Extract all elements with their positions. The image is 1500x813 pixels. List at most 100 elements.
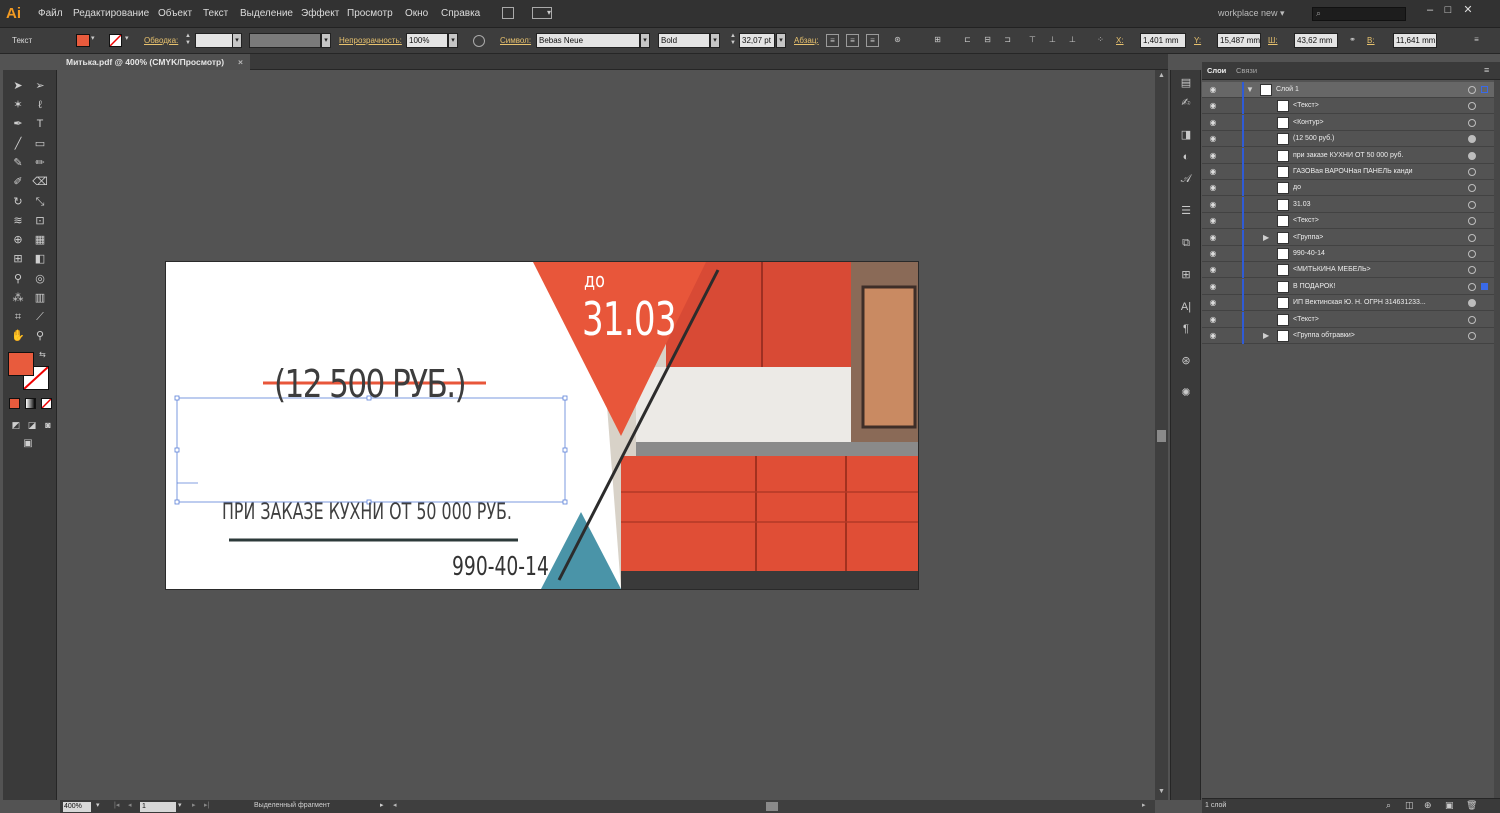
transparency-panel-icon[interactable]: ◐ [1178, 150, 1194, 164]
stroke-label[interactable]: Обводка: [144, 36, 178, 45]
font-size-stepper[interactable]: ▲ ▼ [728, 33, 738, 48]
visibility-eye-icon[interactable]: ◉ [1208, 265, 1218, 275]
expand-triangle-open-icon[interactable]: ▼ [1246, 85, 1254, 94]
phone-text[interactable]: 990-40-14 [452, 552, 549, 582]
tab-layers[interactable]: Слои [1207, 66, 1226, 75]
align-bottom-icon[interactable]: ⊥ [1066, 34, 1079, 47]
menu-help[interactable]: Справка [441, 8, 480, 19]
menu-view[interactable]: Просмотр [347, 8, 393, 19]
link-icon[interactable]: ⚭ [1346, 34, 1359, 47]
graph-tool-icon[interactable]: ▥ [31, 290, 49, 306]
target-circle-icon[interactable] [1468, 217, 1476, 226]
width-field[interactable]: 43,62 mm [1294, 33, 1338, 48]
locate-object-icon[interactable]: ⌕ [1386, 800, 1391, 811]
eraser-icon[interactable]: ⌫ [31, 174, 49, 190]
search-input[interactable]: ⌕ [1312, 7, 1406, 21]
visibility-eye-icon[interactable]: ◉ [1208, 134, 1218, 144]
target-circle-icon[interactable] [1468, 86, 1476, 94]
menu-effect[interactable]: Эффект [301, 8, 339, 19]
font-style-dropdown[interactable]: ▾ [710, 33, 720, 48]
target-circle-icon[interactable] [1468, 102, 1476, 111]
visibility-eye-icon[interactable]: ◉ [1208, 167, 1218, 177]
target-circle-icon[interactable] [1468, 299, 1476, 308]
minimize-icon[interactable]: – [1422, 3, 1438, 17]
target-circle-icon[interactable] [1468, 200, 1476, 209]
font-style-field[interactable]: Bold [658, 33, 710, 48]
align-panel-icon[interactable]: ☰ [1178, 204, 1194, 218]
target-circle-icon[interactable] [1468, 184, 1476, 193]
paragraph-label[interactable]: Абзац: [794, 36, 819, 45]
until-label-text[interactable]: до [584, 268, 605, 292]
vertical-scrollbar[interactable]: ▲ ▼ [1155, 70, 1168, 800]
menu-edit[interactable]: Редактирование [73, 8, 149, 19]
until-date-text[interactable]: 31.03 [582, 292, 676, 346]
rectangle-tool-icon[interactable]: ▭ [31, 136, 49, 152]
menu-file[interactable]: Файл [38, 8, 63, 19]
expand-triangle-closed-icon[interactable]: ▶ [1263, 233, 1269, 242]
align-right-icon[interactable]: ≡ [866, 34, 879, 47]
align-objects-right-icon[interactable]: ⊐ [1001, 34, 1014, 47]
zoom-tool-icon[interactable]: ⚲ [31, 328, 49, 344]
stroke-weight-stepper[interactable]: ▲ ▼ [183, 33, 193, 48]
line-tool-icon[interactable]: ╱ [9, 136, 27, 152]
layer-row[interactable]: ◉ при заказе КУХНИ ОТ 50 000 руб. [1202, 147, 1494, 164]
scale-tool-icon[interactable]: ⤡ [31, 194, 49, 210]
opacity-dropdown[interactable]: ▾ [448, 33, 458, 48]
visibility-eye-icon[interactable]: ◉ [1208, 216, 1218, 226]
artboard[interactable]: (12 500 РУБ.) ПРИ ЗАКАЗЕ КУХНИ ОТ 50 000… [166, 262, 918, 589]
target-circle-icon[interactable] [1468, 118, 1476, 127]
layer-row[interactable]: ◉ ИП Вектинская Ю. Н. ОГРН 314631233... [1202, 295, 1494, 312]
zoom-field[interactable]: 400% [63, 802, 91, 812]
screen-mode-icon[interactable]: ▣ [19, 436, 37, 452]
selection-indicator[interactable] [1481, 282, 1488, 290]
menu-window[interactable]: Окно [405, 8, 428, 19]
prev-page-icon[interactable]: ◂ [128, 801, 132, 809]
align-left-icon[interactable]: ≡ [826, 34, 839, 47]
selection-indicator[interactable] [1481, 86, 1488, 93]
layer-row[interactable]: ◉ <МИТЬКИНА МЕБЕЛЬ> [1202, 262, 1494, 279]
slice-tool-icon[interactable]: ⟋ [31, 309, 49, 325]
scroll-down-icon[interactable]: ▼ [1158, 788, 1165, 795]
last-page-icon[interactable]: ▸| [204, 801, 209, 809]
menu-object[interactable]: Объект [158, 8, 192, 19]
height-field[interactable]: 11,641 mm [1393, 33, 1437, 48]
layer-row[interactable]: ◉ (12 500 руб.) [1202, 131, 1494, 148]
arrange-documents-icon[interactable]: ▾ [532, 7, 552, 19]
lasso-icon[interactable]: ℓ [31, 97, 49, 113]
layer-row[interactable]: ◉ ГАЗОВая ВАРОЧНая ПАНЕЛЬ канди [1202, 164, 1494, 180]
visibility-eye-icon[interactable]: ◉ [1208, 331, 1218, 341]
zoom-dropdown-icon[interactable]: ▾ [96, 801, 100, 809]
workspace-switcher[interactable]: workplace new ▾ [1218, 8, 1285, 19]
align-top-icon[interactable]: ⊤ [1026, 34, 1039, 47]
opacity-label[interactable]: Непрозрачность: [339, 36, 402, 45]
visibility-eye-icon[interactable]: ◉ [1208, 151, 1218, 161]
visibility-eye-icon[interactable]: ◉ [1208, 101, 1218, 111]
gradient-panel-icon[interactable]: ◨ [1178, 128, 1194, 142]
target-circle-icon[interactable] [1468, 266, 1476, 275]
swap-colors-icon[interactable]: ⇆ [39, 350, 46, 359]
page-dropdown-icon[interactable]: ▾ [178, 801, 182, 809]
horizontal-scrollbar[interactable]: ◂ ▸ [390, 800, 1155, 813]
visibility-eye-icon[interactable]: ◉ [1208, 118, 1218, 128]
magic-wand-icon[interactable]: ✶ [9, 97, 27, 113]
y-field[interactable]: 15,487 mm [1217, 33, 1261, 48]
reference-point-icon[interactable]: ⁘ [1094, 34, 1107, 47]
align-objects-left-icon[interactable]: ⊏ [961, 34, 974, 47]
page-field[interactable]: 1 [140, 802, 176, 812]
target-circle-icon[interactable] [1468, 250, 1476, 258]
layer-row[interactable]: ◉ 31.03 [1202, 196, 1494, 213]
target-circle-icon[interactable] [1468, 233, 1476, 242]
perspective-grid-icon[interactable]: ▦ [31, 232, 49, 248]
visibility-eye-icon[interactable]: ◉ [1208, 183, 1218, 193]
recolor-icon[interactable] [473, 35, 485, 47]
variable-width-field[interactable] [249, 33, 321, 48]
character-label[interactable]: Символ: [500, 36, 531, 45]
stroke-weight-field[interactable] [195, 33, 233, 48]
expand-triangle-closed-icon[interactable]: ▶ [1263, 331, 1269, 340]
layer-row[interactable]: ◉ 990-40-14 [1202, 246, 1494, 262]
pencil-icon[interactable]: ✏ [31, 155, 49, 171]
selection-handle[interactable] [562, 395, 568, 401]
scroll-left-icon[interactable]: ◂ [393, 801, 397, 809]
bridge-icon[interactable] [502, 7, 514, 19]
align-objects-center-icon[interactable]: ⊟ [981, 34, 994, 47]
